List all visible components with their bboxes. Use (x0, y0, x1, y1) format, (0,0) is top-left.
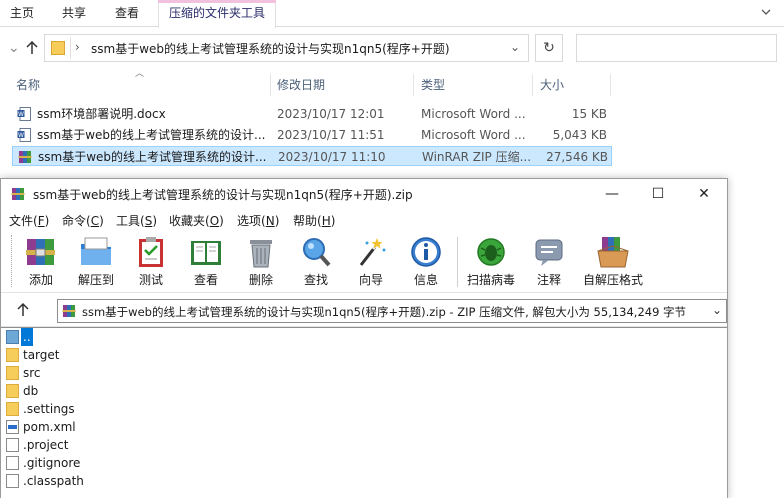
file-row-selected[interactable]: ssm基于web的线上考试管理系统的设计... 2023/10/17 11:10… (12, 146, 612, 166)
clipboard-check-icon (139, 237, 163, 267)
chevron-down-icon[interactable]: ⌄ (712, 303, 722, 317)
explorer-address-row: ⌄ › ssm基于web的线上考试管理系统的设计与实现n1qn5(程序+开题) … (0, 28, 784, 68)
word-doc-icon: W (17, 128, 31, 142)
close-button[interactable]: ✕ (681, 179, 727, 209)
extract-folder-icon (81, 237, 111, 265)
folder-icon (6, 384, 19, 398)
folder-icon (6, 366, 19, 380)
address-dropdown-icon[interactable]: ⌄ (510, 40, 520, 54)
wizard-button[interactable]: 向导 (345, 233, 397, 291)
magic-wand-icon (359, 238, 386, 266)
folder-icon (6, 348, 19, 362)
test-button[interactable]: 测试 (125, 233, 177, 291)
address-path: ssm基于web的线上考试管理系统的设计与实现n1qn5(程序+开题) (91, 42, 450, 56)
back-arrow-icon[interactable]: ⌄ (8, 40, 24, 56)
chevron-down-icon[interactable] (760, 6, 772, 18)
search-input[interactable] (576, 34, 777, 62)
column-size[interactable]: 大小 (540, 72, 564, 98)
column-header-row: 名称 修改日期 类型 大小 (0, 72, 784, 98)
info-icon (411, 237, 441, 267)
menu-command[interactable]: 命令(C) (62, 212, 104, 229)
archive-file-list: .. target src db .settings pom.xml .proj… (1, 327, 727, 498)
explorer-address-bar[interactable]: › ssm基于web的线上考试管理系统的设计与实现n1qn5(程序+开题) ⌄ (44, 34, 529, 62)
menu-help[interactable]: 帮助(H) (293, 212, 335, 229)
trash-can-icon (250, 240, 272, 268)
winrar-icon (11, 188, 25, 200)
menu-options[interactable]: 选项(N) (237, 212, 279, 229)
winrar-path-dropdown[interactable]: ssm基于web的线上考试管理系统的设计与实现n1qn5(程序+开题).zip … (57, 299, 727, 323)
magnifier-icon (303, 238, 331, 267)
scan-virus-button[interactable]: 扫描病毒 (463, 233, 519, 291)
menu-tools[interactable]: 工具(S) (116, 212, 157, 229)
winrar-window: ssm基于web的线上考试管理系统的设计与实现n1qn5(程序+开题).zip … (0, 178, 728, 498)
comment-icon (535, 239, 563, 266)
menu-file[interactable]: 文件(F) (9, 212, 49, 229)
find-button[interactable]: 查找 (290, 233, 342, 291)
word-doc-icon: W (17, 107, 31, 121)
view-button[interactable]: 查看 (180, 233, 232, 291)
ribbon-tab-view[interactable]: 查看 (115, 0, 139, 27)
winrar-toolbar: 添加 解压到 测试 查看 删除 查找 向导 信息 扫描病毒 注释 自解压格式 (1, 231, 727, 293)
ribbon-tab-share[interactable]: 共享 (62, 0, 86, 27)
menu-favorites[interactable]: 收藏夹(O) (169, 212, 224, 229)
xml-file-icon (6, 420, 19, 434)
column-date[interactable]: 修改日期 (277, 72, 325, 98)
minimize-button[interactable]: — (589, 179, 635, 209)
winrar-address-row: ssm基于web的线上考试管理系统的设计与实现n1qn5(程序+开题).zip … (1, 295, 727, 327)
file-row[interactable]: W ssm基于web的线上考试管理系统的设计... 2023/10/17 11:… (12, 125, 612, 145)
folder-icon (51, 41, 65, 55)
archive-path: ssm基于web的线上考试管理系统的设计与实现n1qn5(程序+开题).zip … (82, 305, 687, 319)
column-name[interactable]: 名称 (16, 72, 40, 98)
folder-icon (6, 402, 19, 416)
book-icon (191, 241, 221, 265)
winrar-icon (18, 151, 32, 163)
ribbon-tab-home[interactable]: 主页 (10, 0, 34, 27)
bug-scan-icon (477, 238, 505, 266)
explorer-ribbon: 主页 共享 查看 压缩的文件夹工具 (0, 0, 784, 28)
delete-button[interactable]: 删除 (235, 233, 287, 291)
info-button[interactable]: 信息 (400, 233, 452, 291)
svg-text:W: W (18, 111, 24, 118)
sfx-box-icon (597, 237, 629, 268)
parent-folder-icon (6, 330, 19, 344)
maximize-button[interactable]: ☐ (635, 179, 681, 209)
extract-to-button[interactable]: 解压到 (70, 233, 122, 291)
file-icon (6, 474, 19, 488)
up-arrow-icon[interactable] (15, 302, 31, 318)
winrar-icon (62, 305, 76, 317)
file-row[interactable]: W ssm环境部署说明.docx 2023/10/17 12:01 Micros… (12, 104, 612, 124)
file-icon (6, 456, 19, 470)
refresh-button[interactable]: ↻ (535, 34, 563, 62)
winrar-menubar: 文件(F) 命令(C) 工具(S) 收藏夹(O) 选项(N) 帮助(H) (1, 209, 727, 231)
winrar-titlebar[interactable]: ssm基于web的线上考试管理系统的设计与实现n1qn5(程序+开题).zip … (1, 179, 727, 209)
winrar-title: ssm基于web的线上考试管理系统的设计与实现n1qn5(程序+开题).zip (33, 188, 413, 202)
comment-button[interactable]: 注释 (523, 233, 575, 291)
column-type[interactable]: 类型 (421, 72, 445, 98)
add-button[interactable]: 添加 (15, 233, 67, 291)
up-arrow-icon[interactable] (24, 40, 40, 56)
breadcrumb-chevron-icon[interactable]: › (75, 40, 80, 54)
file-icon (6, 438, 19, 452)
add-archive-icon (26, 239, 55, 265)
sfx-button[interactable]: 自解压格式 (581, 233, 645, 291)
svg-text:W: W (18, 132, 24, 139)
ribbon-tab-compressed-tools[interactable]: 压缩的文件夹工具 (158, 0, 277, 28)
